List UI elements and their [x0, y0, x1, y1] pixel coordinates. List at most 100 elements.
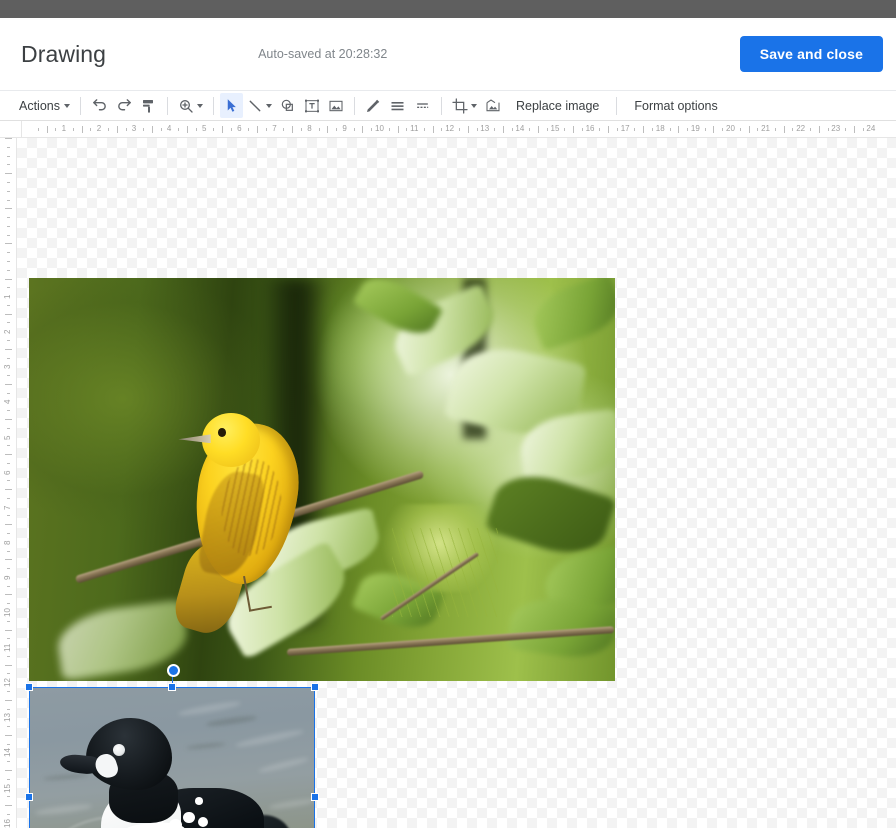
drawing-toolbar: Actions Replace image Format options — [0, 90, 896, 121]
ruler-tick-v — [7, 261, 10, 262]
selection-handle-middle-left[interactable] — [25, 793, 33, 801]
ruler-tick-h — [748, 126, 750, 133]
chevron-down-icon — [266, 103, 272, 108]
toolbar-separator — [167, 96, 168, 115]
ruler-tick-v — [7, 146, 10, 148]
ruler-tick-v — [5, 664, 12, 666]
ruler-tick-h — [713, 126, 715, 133]
ruler-tick-h — [687, 128, 689, 131]
ruler-tick-v — [7, 462, 10, 464]
ruler-tick-h — [652, 128, 654, 131]
ruler-tick-h — [643, 126, 645, 133]
redo-icon — [116, 97, 133, 114]
ruler-tick-h — [37, 128, 39, 131]
ruler-label-v: 8 — [3, 540, 12, 545]
mask-image-tool[interactable] — [481, 93, 505, 118]
duck-head — [86, 717, 172, 791]
autosave-status: Auto-saved at 20:28:32 — [258, 47, 388, 61]
text-box-tool[interactable] — [300, 93, 324, 118]
selection-handle-top-center[interactable] — [168, 683, 176, 691]
save-and-close-button[interactable]: Save and close — [739, 36, 883, 72]
ruler-tick-h — [845, 128, 847, 131]
ruler-label-v: 12 — [3, 678, 12, 688]
ruler-tick-h — [107, 128, 109, 131]
ruler-tick-h — [862, 128, 864, 131]
image-tool[interactable] — [324, 93, 348, 118]
ruler-tick-h — [722, 128, 724, 131]
duck-eye — [112, 744, 125, 757]
format-options-label: Format options — [634, 98, 718, 113]
ruler-tick-h — [336, 128, 338, 131]
redo-button[interactable] — [112, 93, 137, 118]
ruler-label-v: 14 — [3, 748, 12, 758]
ruler-tick-v — [7, 375, 10, 377]
selection-handle-middle-right[interactable] — [311, 793, 319, 801]
ruler-tick-h — [353, 128, 355, 131]
ruler-tick-h — [230, 128, 232, 131]
actions-menu[interactable]: Actions — [8, 93, 74, 118]
undo-button[interactable] — [87, 93, 112, 118]
ruler-tick-v — [5, 769, 12, 771]
ruler-tick-h — [757, 128, 759, 131]
ruler-tick-v — [7, 585, 10, 587]
paint-format-button[interactable] — [137, 93, 161, 118]
ruler-tick-h — [318, 128, 320, 131]
line-color-tool[interactable] — [361, 93, 385, 118]
ruler-corner — [0, 121, 22, 137]
line-weight-tool[interactable] — [385, 93, 410, 118]
duck-bill — [59, 753, 99, 775]
ruler-tick-v — [7, 252, 10, 254]
ruler-tick-h — [125, 128, 127, 131]
ruler-tick-v — [5, 699, 12, 701]
rotation-handle[interactable] — [167, 664, 180, 677]
ruler-tick-h — [564, 128, 566, 131]
ruler-label-v: 10 — [3, 608, 12, 617]
ruler-tick-v — [5, 805, 12, 807]
vertical-ruler[interactable]: 123456789101112131415161718 — [0, 138, 17, 828]
ruler-tick-h — [143, 128, 145, 131]
zoom-button[interactable] — [174, 93, 207, 118]
warbler-image[interactable] — [29, 278, 615, 681]
chevron-down-icon — [64, 103, 70, 108]
ruler-tick-h — [160, 128, 162, 131]
line-tool[interactable] — [243, 93, 276, 118]
toolbar-separator — [616, 96, 618, 115]
ruler-tick-h — [222, 126, 224, 133]
ruler-tick-h — [774, 128, 776, 131]
ruler-tick-h — [388, 128, 390, 131]
selection-handle-top-right[interactable] — [311, 683, 319, 691]
ruler-tick-h — [476, 128, 478, 131]
ruler-tick-v — [5, 243, 12, 245]
ruler-label-h: 20 — [726, 124, 735, 133]
line-icon — [247, 98, 263, 114]
toolbar-separator — [354, 96, 355, 115]
crop-tool[interactable] — [448, 93, 481, 118]
horizontal-ruler[interactable]: 1 2 3 4 5 6 7 8 9 10 11 12 13 14 15 16 17 18 19 20 21 22 23 24 — [0, 121, 896, 138]
ruler-tick-v — [7, 225, 10, 227]
ruler-label-v: 15 — [3, 783, 12, 793]
water-streak — [34, 802, 93, 816]
ruler-tick-h — [441, 128, 443, 131]
ruler-tick-h — [327, 126, 329, 133]
ruler-label-h: 12 — [445, 124, 455, 133]
selection-handle-top-left[interactable] — [25, 683, 33, 691]
ruler-tick-h — [599, 128, 601, 131]
replace-image-button[interactable]: Replace image — [505, 93, 610, 118]
text-box-icon — [304, 98, 320, 114]
ruler-tick-v — [7, 620, 10, 622]
toolbar-separator — [213, 96, 214, 115]
ruler-tick-v — [5, 173, 12, 175]
format-options-button[interactable]: Format options — [623, 93, 728, 118]
ruler-label-h: 21 — [761, 124, 770, 133]
select-tool[interactable] — [220, 93, 243, 118]
ruler-tick-h — [116, 126, 118, 133]
page-title: Drawing — [21, 40, 107, 67]
leaf — [526, 278, 615, 352]
line-dash-tool[interactable] — [410, 93, 435, 118]
shape-tool[interactable] — [276, 93, 300, 118]
goldeneye-image[interactable] — [29, 687, 315, 828]
shape-icon — [280, 98, 296, 114]
ruler-tick-v — [7, 796, 10, 798]
ruler-tick-v — [7, 287, 10, 289]
drawing-canvas-container: 123456789101112131415161718 123456789101… — [0, 121, 896, 828]
